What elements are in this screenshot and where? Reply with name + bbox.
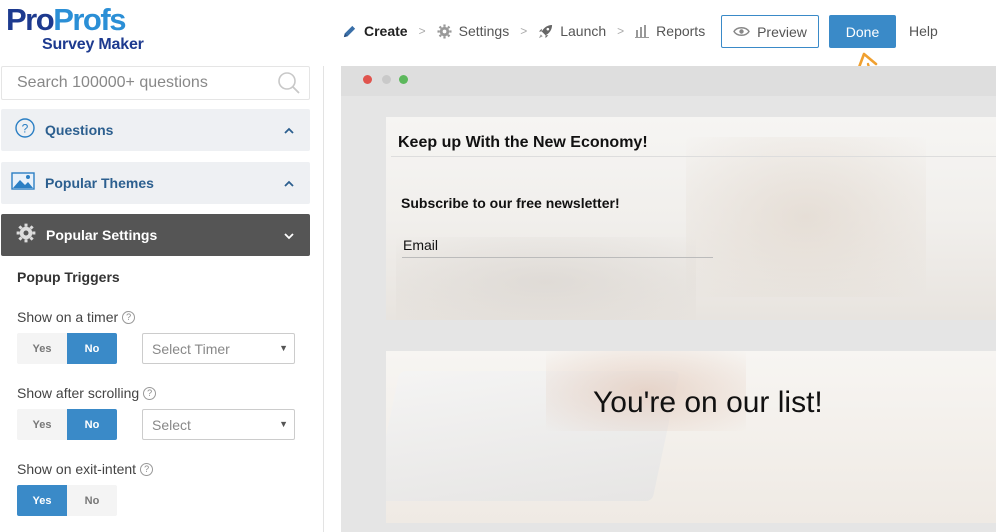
timer-yes-option[interactable]: Yes [17, 333, 67, 364]
panel-popular-settings[interactable]: Popular Settings [1, 214, 310, 256]
panel-popular-themes[interactable]: Popular Themes [1, 162, 310, 204]
popup-title[interactable]: Keep up With the New Economy! [398, 134, 648, 152]
pencil-icon [342, 24, 357, 39]
nav-reports[interactable]: Reports [635, 23, 705, 39]
window-close-dot [363, 75, 372, 84]
timer-toggle: Yes No [17, 333, 117, 364]
nav-create[interactable]: Create [342, 23, 408, 39]
chevron-up-icon [284, 176, 294, 194]
preview-canvas: Keep up With the New Economy! Subscribe … [341, 66, 996, 532]
gear-icon [437, 23, 452, 39]
scrolling-yes-option[interactable]: Yes [17, 409, 67, 440]
window-maximize-dot [399, 75, 408, 84]
question-search [1, 66, 310, 100]
timer-select[interactable]: Select Timer ▼ [142, 333, 295, 364]
popup-subtitle[interactable]: Subscribe to our free newsletter! [401, 195, 620, 211]
panel-questions[interactable]: ? Questions [1, 109, 310, 151]
nav-launch[interactable]: Launch [538, 23, 606, 39]
question-circle-icon: ? [15, 117, 35, 143]
help-icon[interactable]: ? [140, 462, 154, 476]
dropdown-caret-icon: ▼ [279, 419, 288, 429]
preview-button[interactable]: Preview [721, 15, 819, 48]
svg-text:?: ? [22, 121, 29, 135]
window-minimize-dot [382, 75, 391, 84]
scrolling-select[interactable]: Select ▼ [142, 409, 295, 440]
nav-separator: > [418, 24, 426, 38]
help-icon[interactable]: ? [143, 386, 157, 400]
proprofs-logo[interactable]: ProProfs Survey Maker [6, 4, 144, 54]
bar-chart-icon [635, 24, 650, 38]
scrolling-no-option[interactable]: No [67, 409, 117, 440]
newsletter-popup: Keep up With the New Economy! Subscribe … [386, 117, 996, 320]
popup-triggers-heading: Popup Triggers [17, 269, 120, 285]
exit-intent-row-label: Show on exit-intent ? [17, 461, 154, 477]
exit-intent-toggle: Yes No [17, 485, 117, 516]
top-header: ProProfs Survey Maker Create > Settings … [0, 0, 996, 66]
done-button[interactable]: Done [829, 15, 896, 48]
thank-you-popup: You're on our list! [386, 351, 996, 523]
nav-separator: > [617, 24, 625, 38]
workflow-nav: Create > Settings > Launch > Reports [342, 14, 705, 48]
timer-no-option[interactable]: No [67, 333, 117, 364]
chevron-down-icon [284, 228, 294, 246]
divider [391, 156, 996, 157]
dropdown-caret-icon: ▼ [279, 343, 288, 353]
image-icon [11, 171, 35, 195]
exit-no-option[interactable]: No [67, 485, 117, 516]
gear-icon [16, 223, 36, 248]
timer-row-label: Show on a timer ? [17, 309, 136, 325]
email-field[interactable] [402, 232, 713, 258]
search-icon[interactable] [277, 71, 301, 100]
browser-window-bar [341, 66, 996, 96]
exit-yes-option[interactable]: Yes [17, 485, 67, 516]
nav-settings[interactable]: Settings [437, 23, 509, 39]
left-sidebar: ? Questions Popular Themes Popular Setti… [0, 66, 324, 532]
scrolling-row-label: Show after scrolling ? [17, 385, 157, 401]
search-input[interactable] [2, 74, 262, 92]
eye-icon [733, 24, 750, 40]
help-link[interactable]: Help [909, 23, 938, 39]
scrolling-toggle: Yes No [17, 409, 117, 440]
rocket-icon [538, 24, 553, 39]
nav-separator: > [520, 24, 528, 38]
help-icon[interactable]: ? [122, 310, 136, 324]
thank-you-message[interactable]: You're on our list! [593, 386, 823, 420]
chevron-up-icon [284, 123, 294, 141]
